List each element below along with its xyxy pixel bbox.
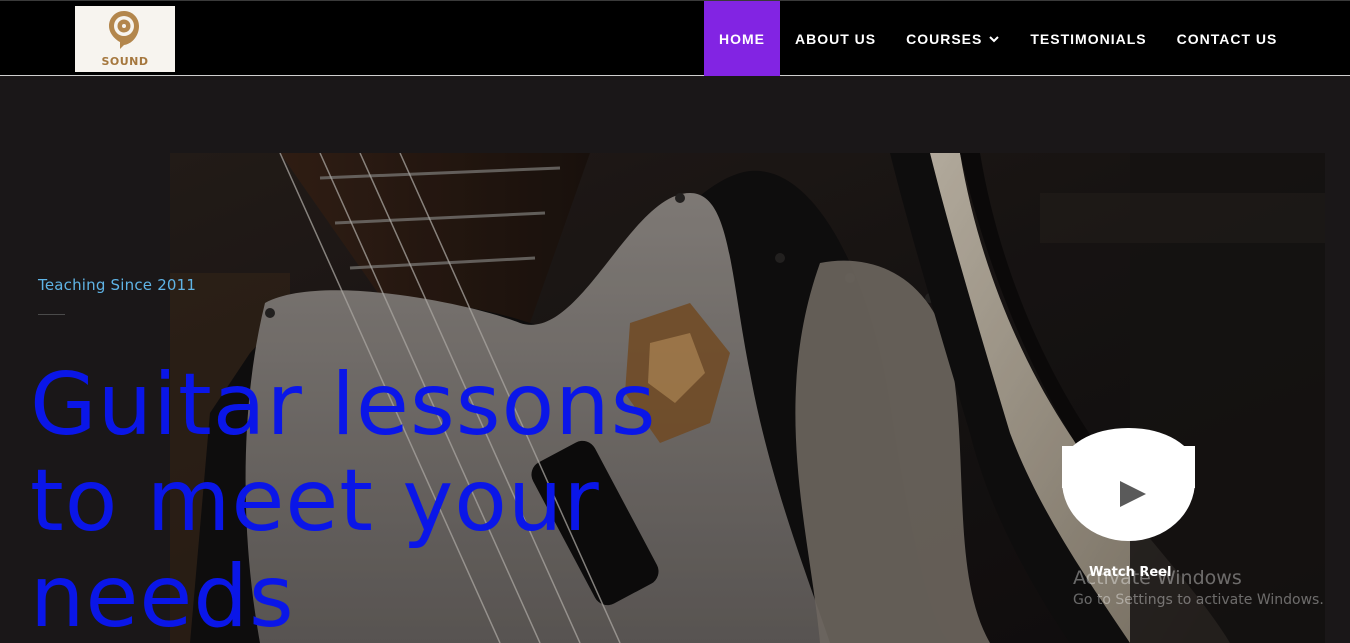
nav-label-testimonials: TESTIMONIALS [1030, 30, 1147, 47]
nav-item-home[interactable]: HOME [704, 1, 780, 76]
nav-item-contact-us[interactable]: CONTACT US [1162, 1, 1293, 76]
hero-eyebrow: Teaching Since 2011 [38, 276, 197, 294]
watch-reel-widget [1062, 428, 1195, 541]
nav-label-about-us: ABOUT US [795, 30, 877, 47]
headline-line-1: Guitar lessons [30, 355, 657, 455]
vinyl-pin-icon [109, 11, 139, 49]
nav-item-courses[interactable]: COURSES [891, 1, 1015, 76]
chevron-down-icon [989, 35, 1000, 42]
site-header: SOUND HOME ABOUT US COURSES TESTIMONIALS… [0, 0, 1350, 76]
nav-item-about-us[interactable]: ABOUT US [780, 1, 891, 76]
logo-text: SOUND [101, 55, 149, 68]
headline-line-3: needs [30, 547, 295, 643]
nav-label-courses: COURSES [906, 30, 983, 47]
main-nav: HOME ABOUT US COURSES TESTIMONIALS CONTA… [704, 1, 1292, 76]
headline-line-2: to meet your [30, 451, 600, 551]
activate-windows-subtitle: Go to Settings to activate Windows. [1073, 592, 1324, 608]
nav-item-testimonials[interactable]: TESTIMONIALS [1015, 1, 1161, 76]
nav-label-contact-us: CONTACT US [1176, 30, 1278, 47]
play-button[interactable] [1062, 428, 1195, 541]
play-icon [1120, 481, 1146, 507]
nav-label-home: HOME [719, 30, 765, 47]
hero-headline: Guitar lessons to meet your needs [30, 357, 790, 643]
site-logo[interactable]: SOUND [75, 6, 175, 72]
eyebrow-divider [38, 314, 65, 315]
activate-windows-title: Activate Windows [1073, 567, 1242, 589]
